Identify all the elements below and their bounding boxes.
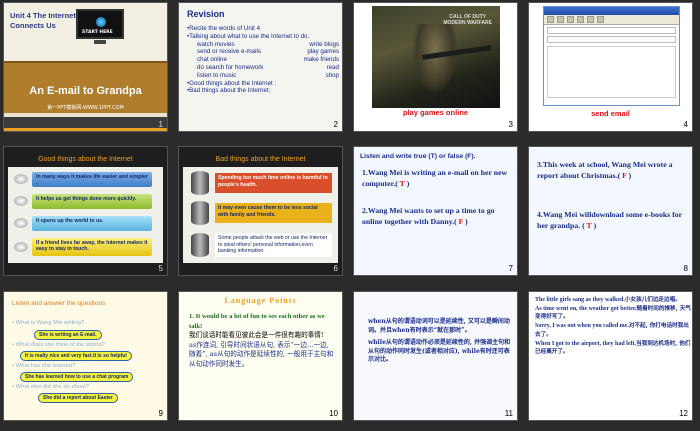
slide-heading: Good things about the Internet: [38, 156, 133, 163]
slide-heading: Listen and write true (T) or false (F).: [360, 153, 476, 160]
answer-4: She did a report about Easter: [38, 393, 118, 403]
question-3: • What has she learned?: [12, 363, 76, 369]
answer-3: She has learned how to use a chat progra…: [20, 372, 134, 382]
slide-number: 4: [683, 120, 688, 129]
game-screenshot-image: CALL OF DUTY MODERN WARFARE: [372, 6, 500, 108]
content-panel: Spending too much time online is harmful…: [183, 167, 338, 263]
slide-number: 11: [504, 409, 513, 418]
slide-footer-text: 第一PPT模板网-WWW.1PPT.COM: [47, 105, 124, 111]
slide-thumbnail-3[interactable]: CALL OF DUTY MODERN WARFARE play games o…: [353, 2, 518, 132]
main-band: An E-mail to Grandpa 第一PPT模板网-WWW.1PPT.C…: [4, 61, 167, 113]
question-4: 4.Wang Mei willdownload some e-books for…: [537, 210, 682, 230]
slide-number: 1: [158, 120, 163, 129]
answer-2: F: [456, 217, 466, 226]
monitor-stand: [94, 40, 106, 44]
answer-2: It is really nice and very fast.It is so…: [20, 351, 132, 361]
slide-thumbnail-8[interactable]: 3.This week at school, Wang Mei wrote a …: [528, 146, 693, 276]
bad-point-1: Spending too much time online is harmful…: [215, 173, 332, 193]
email-window-image: [543, 6, 680, 106]
slide-number: 9: [158, 409, 163, 418]
message-body: [547, 46, 676, 98]
slide-number: 8: [683, 264, 688, 273]
subject-field: [547, 36, 676, 43]
slide-thumbnail-4[interactable]: send email 4: [528, 2, 693, 132]
slide-thumbnail-2[interactable]: Revision Recite the words of Unit 4 Talk…: [178, 2, 343, 132]
bad-point-3: Some people attack the web or use the In…: [215, 233, 332, 257]
answer-4: T: [584, 221, 594, 230]
to-field: [547, 27, 676, 34]
unit-title: Unit 4 The Internet Connects Us: [10, 11, 76, 30]
good-point-3: It opens up the world to us.: [32, 216, 152, 231]
toolbar: [544, 15, 679, 25]
slide-heading: Revision: [187, 9, 225, 19]
question-2: • What does she think of the laptop?: [12, 342, 105, 348]
slide-thumbnail-11[interactable]: when从句的谓语动词可以是延续性, 又可以是瞬间动词。并且when有时表示“就…: [353, 291, 518, 421]
slide-number: 10: [329, 409, 338, 418]
slide-thumbnail-12[interactable]: The little girls sang as they walked.小女孩…: [528, 291, 693, 421]
slide-caption: send email: [591, 109, 630, 118]
title-band: Unit 4 The Internet Connects Us START HE…: [4, 3, 167, 61]
revision-list: Recite the words of Unit 4 Talking about…: [187, 25, 339, 95]
slide-number: 7: [508, 264, 513, 273]
slide-heading: Listen and answer the questions: [12, 300, 106, 307]
slide-number: 2: [333, 120, 338, 129]
answer-1: T: [397, 179, 407, 188]
slide-thumbnail-7[interactable]: Listen and write true (T) or false (F). …: [353, 146, 518, 276]
slide-heading: Bad things about the Internet: [215, 156, 306, 163]
slide-thumbnail-9[interactable]: Listen and answer the questions • What i…: [3, 291, 168, 421]
grammar-note-text: when从句的谓语动词可以是延续性, 又可以是瞬间动词。并且when有时表示“就…: [368, 318, 511, 363]
question-3: 3.This week at school, Wang Mei wrote a …: [537, 160, 673, 180]
language-point-text: 1. It would be a lot of fun to see each …: [189, 313, 334, 368]
windows-logo-icon: [96, 17, 106, 27]
bullet-knob-icon: [14, 218, 28, 228]
bullet-knob-icon: [14, 242, 28, 252]
good-point-4: If a friend lives far away, the Internet…: [32, 238, 152, 256]
cylinder-icon: [191, 233, 209, 257]
slide-number: 3: [508, 120, 513, 129]
slide-heading: Language Points: [224, 296, 297, 305]
slide-thumbnail-10[interactable]: Language Points 1. It would be a lot of …: [178, 291, 343, 421]
cylinder-icon: [191, 171, 209, 195]
bullet-knob-icon: [14, 174, 28, 184]
cylinder-icon: [191, 201, 209, 225]
question-4: • What else did she do about?: [12, 384, 90, 390]
slide-thumbnail-5[interactable]: Good things about the Internet In many w…: [3, 146, 168, 276]
slide-number: 12: [679, 409, 688, 418]
question-2: 2.Wang Mei wants to set up a time to go …: [362, 206, 495, 226]
monitor-icon: START HERE: [76, 9, 124, 39]
good-point-2: It helps us get things done more quickly…: [32, 194, 152, 209]
slide-number: 5: [158, 264, 163, 273]
soldier-figure: [412, 24, 458, 94]
slide-number: 6: [333, 264, 338, 273]
window-titlebar: [544, 7, 679, 15]
question-1: 1.Wang Mei is writing an e-mail on her n…: [362, 168, 508, 188]
slide-main-title: An E-mail to Grandpa: [29, 85, 142, 97]
bad-point-2: It may even cause them to be less social…: [215, 203, 332, 223]
good-point-1: In many ways it makes life easier and si…: [32, 172, 152, 187]
content-panel: In many ways it makes life easier and si…: [8, 167, 163, 263]
game-logo: CALL OF DUTY MODERN WARFARE: [443, 14, 492, 26]
bullet-knob-icon: [14, 196, 28, 206]
question-1: • What is Wang Mei writing?: [12, 320, 85, 326]
answer-3: F: [620, 171, 629, 180]
footer-bar: [4, 117, 167, 131]
example-sentences: The little girls sang as they walked.小女孩…: [535, 297, 691, 356]
slide-caption: play games online: [402, 108, 469, 117]
slide-thumbnail-6[interactable]: Bad things about the Internet Spending t…: [178, 146, 343, 276]
slide-thumbnail-1[interactable]: Unit 4 The Internet Connects Us START HE…: [3, 2, 168, 132]
answer-1: She is writing an E-mail.: [34, 330, 102, 340]
